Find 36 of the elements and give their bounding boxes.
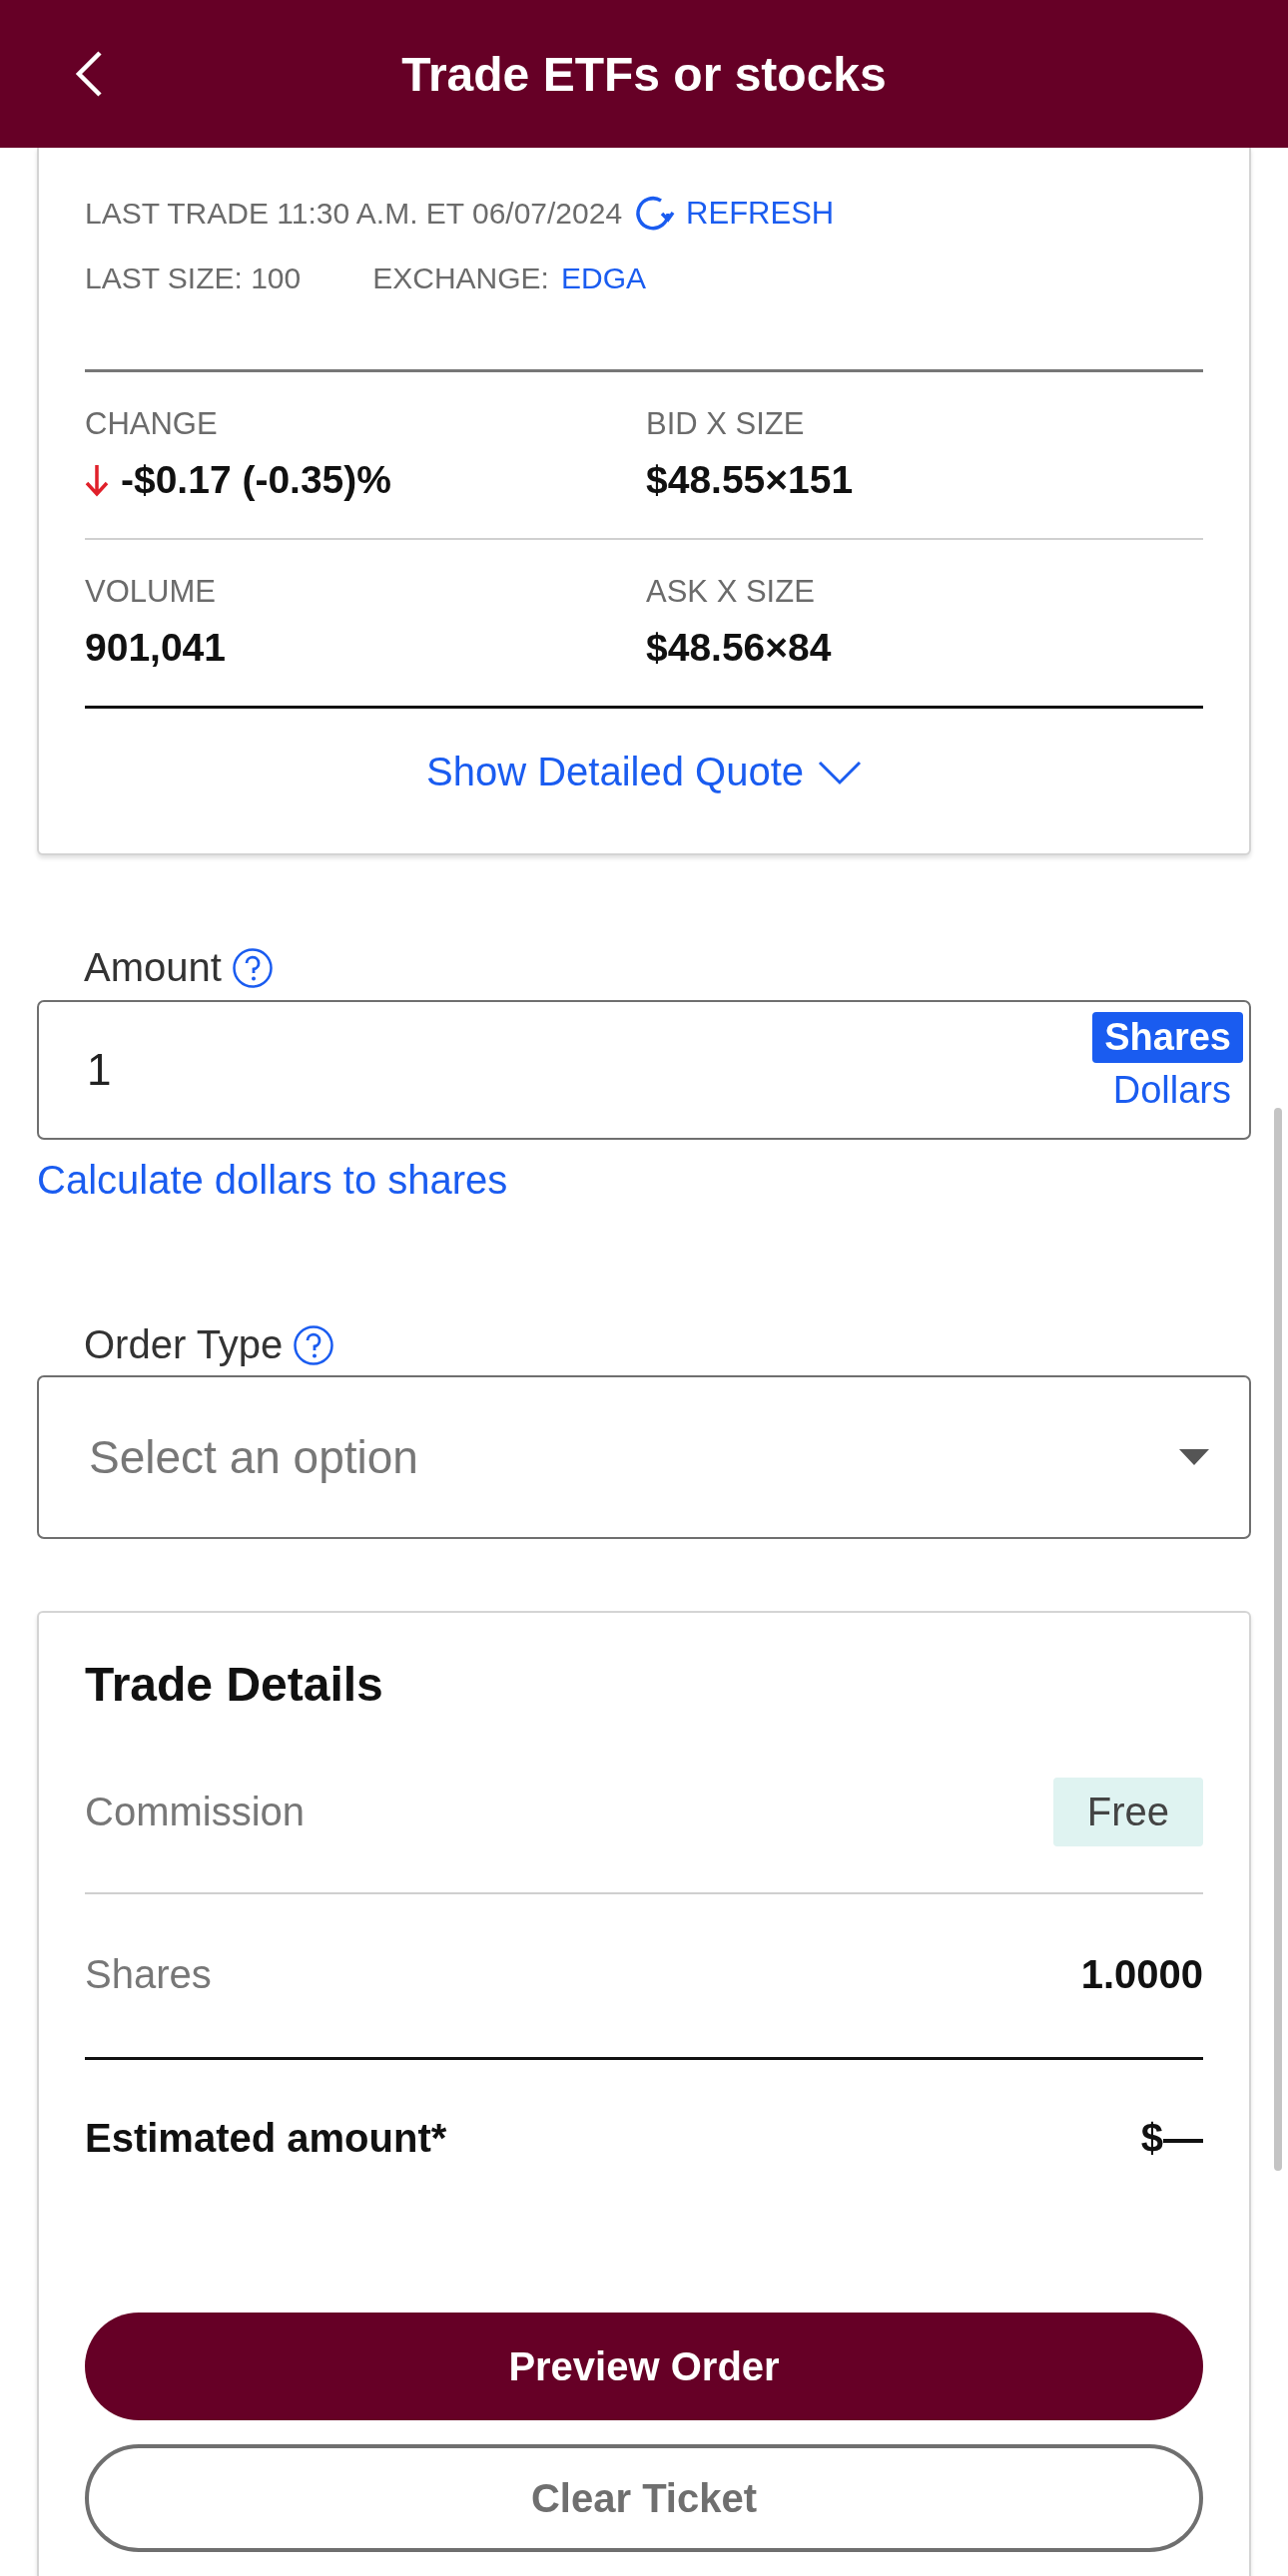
field-label: Amount bbox=[84, 945, 222, 990]
show-detailed-quote-link[interactable]: Show Detailed Quote bbox=[420, 749, 868, 795]
stat-label: VOLUME bbox=[85, 574, 217, 610]
clear-ticket-button[interactable]: Clear Ticket bbox=[85, 2444, 1203, 2552]
stat-value: $48.55×151 bbox=[646, 458, 854, 502]
stat-value: -$0.17 (-0.35)% bbox=[121, 458, 391, 502]
detail-value: 1.0000 bbox=[1080, 1952, 1203, 1997]
field-label: Order Type bbox=[84, 1322, 284, 1367]
screen-title: Trade ETFs or stocks bbox=[401, 46, 887, 102]
stat-label: ASK X SIZE bbox=[646, 574, 816, 610]
stat-value: $48.56×84 bbox=[646, 626, 832, 670]
card-title: Trade Details bbox=[85, 1657, 384, 1712]
help-icon[interactable] bbox=[293, 1323, 335, 1366]
exchange-link[interactable]: EDGA bbox=[560, 261, 646, 295]
detail-label: Estimated amount* bbox=[85, 2116, 447, 2161]
help-icon[interactable] bbox=[231, 946, 274, 989]
detail-value: $— bbox=[1140, 2116, 1203, 2161]
free-badge: Free bbox=[1052, 1778, 1203, 1846]
last-size-text: LAST SIZE: 100 bbox=[85, 261, 302, 295]
calculate-link[interactable]: Calculate dollars to shares bbox=[37, 1158, 1251, 1203]
preview-order-button[interactable]: Preview Order bbox=[85, 2313, 1203, 2420]
back-icon[interactable] bbox=[74, 49, 104, 99]
amount-field[interactable]: 1 Shares Dollars bbox=[37, 1000, 1251, 1140]
exchange-label: EXCHANGE: bbox=[372, 261, 549, 295]
stat-label: BID X SIZE bbox=[646, 406, 806, 442]
chevron-down-icon bbox=[818, 759, 862, 785]
unit-toggle[interactable]: Dollars bbox=[1100, 1065, 1243, 1116]
stat-label: CHANGE bbox=[85, 406, 219, 442]
detail-label: Shares bbox=[85, 1952, 212, 1997]
last-trade-text: LAST TRADE 11:30 A.M. ET 06/07/2024 bbox=[85, 197, 623, 231]
refresh-button[interactable]: REFRESH bbox=[632, 192, 835, 236]
stat-value: 901,041 bbox=[85, 626, 226, 670]
order-type-dropdown[interactable]: Select an option bbox=[37, 1375, 1251, 1539]
dropdown-caret-icon bbox=[1179, 1449, 1209, 1465]
unit-toggle[interactable]: Shares bbox=[1092, 1012, 1243, 1063]
detail-label: Commission bbox=[85, 1790, 306, 1834]
